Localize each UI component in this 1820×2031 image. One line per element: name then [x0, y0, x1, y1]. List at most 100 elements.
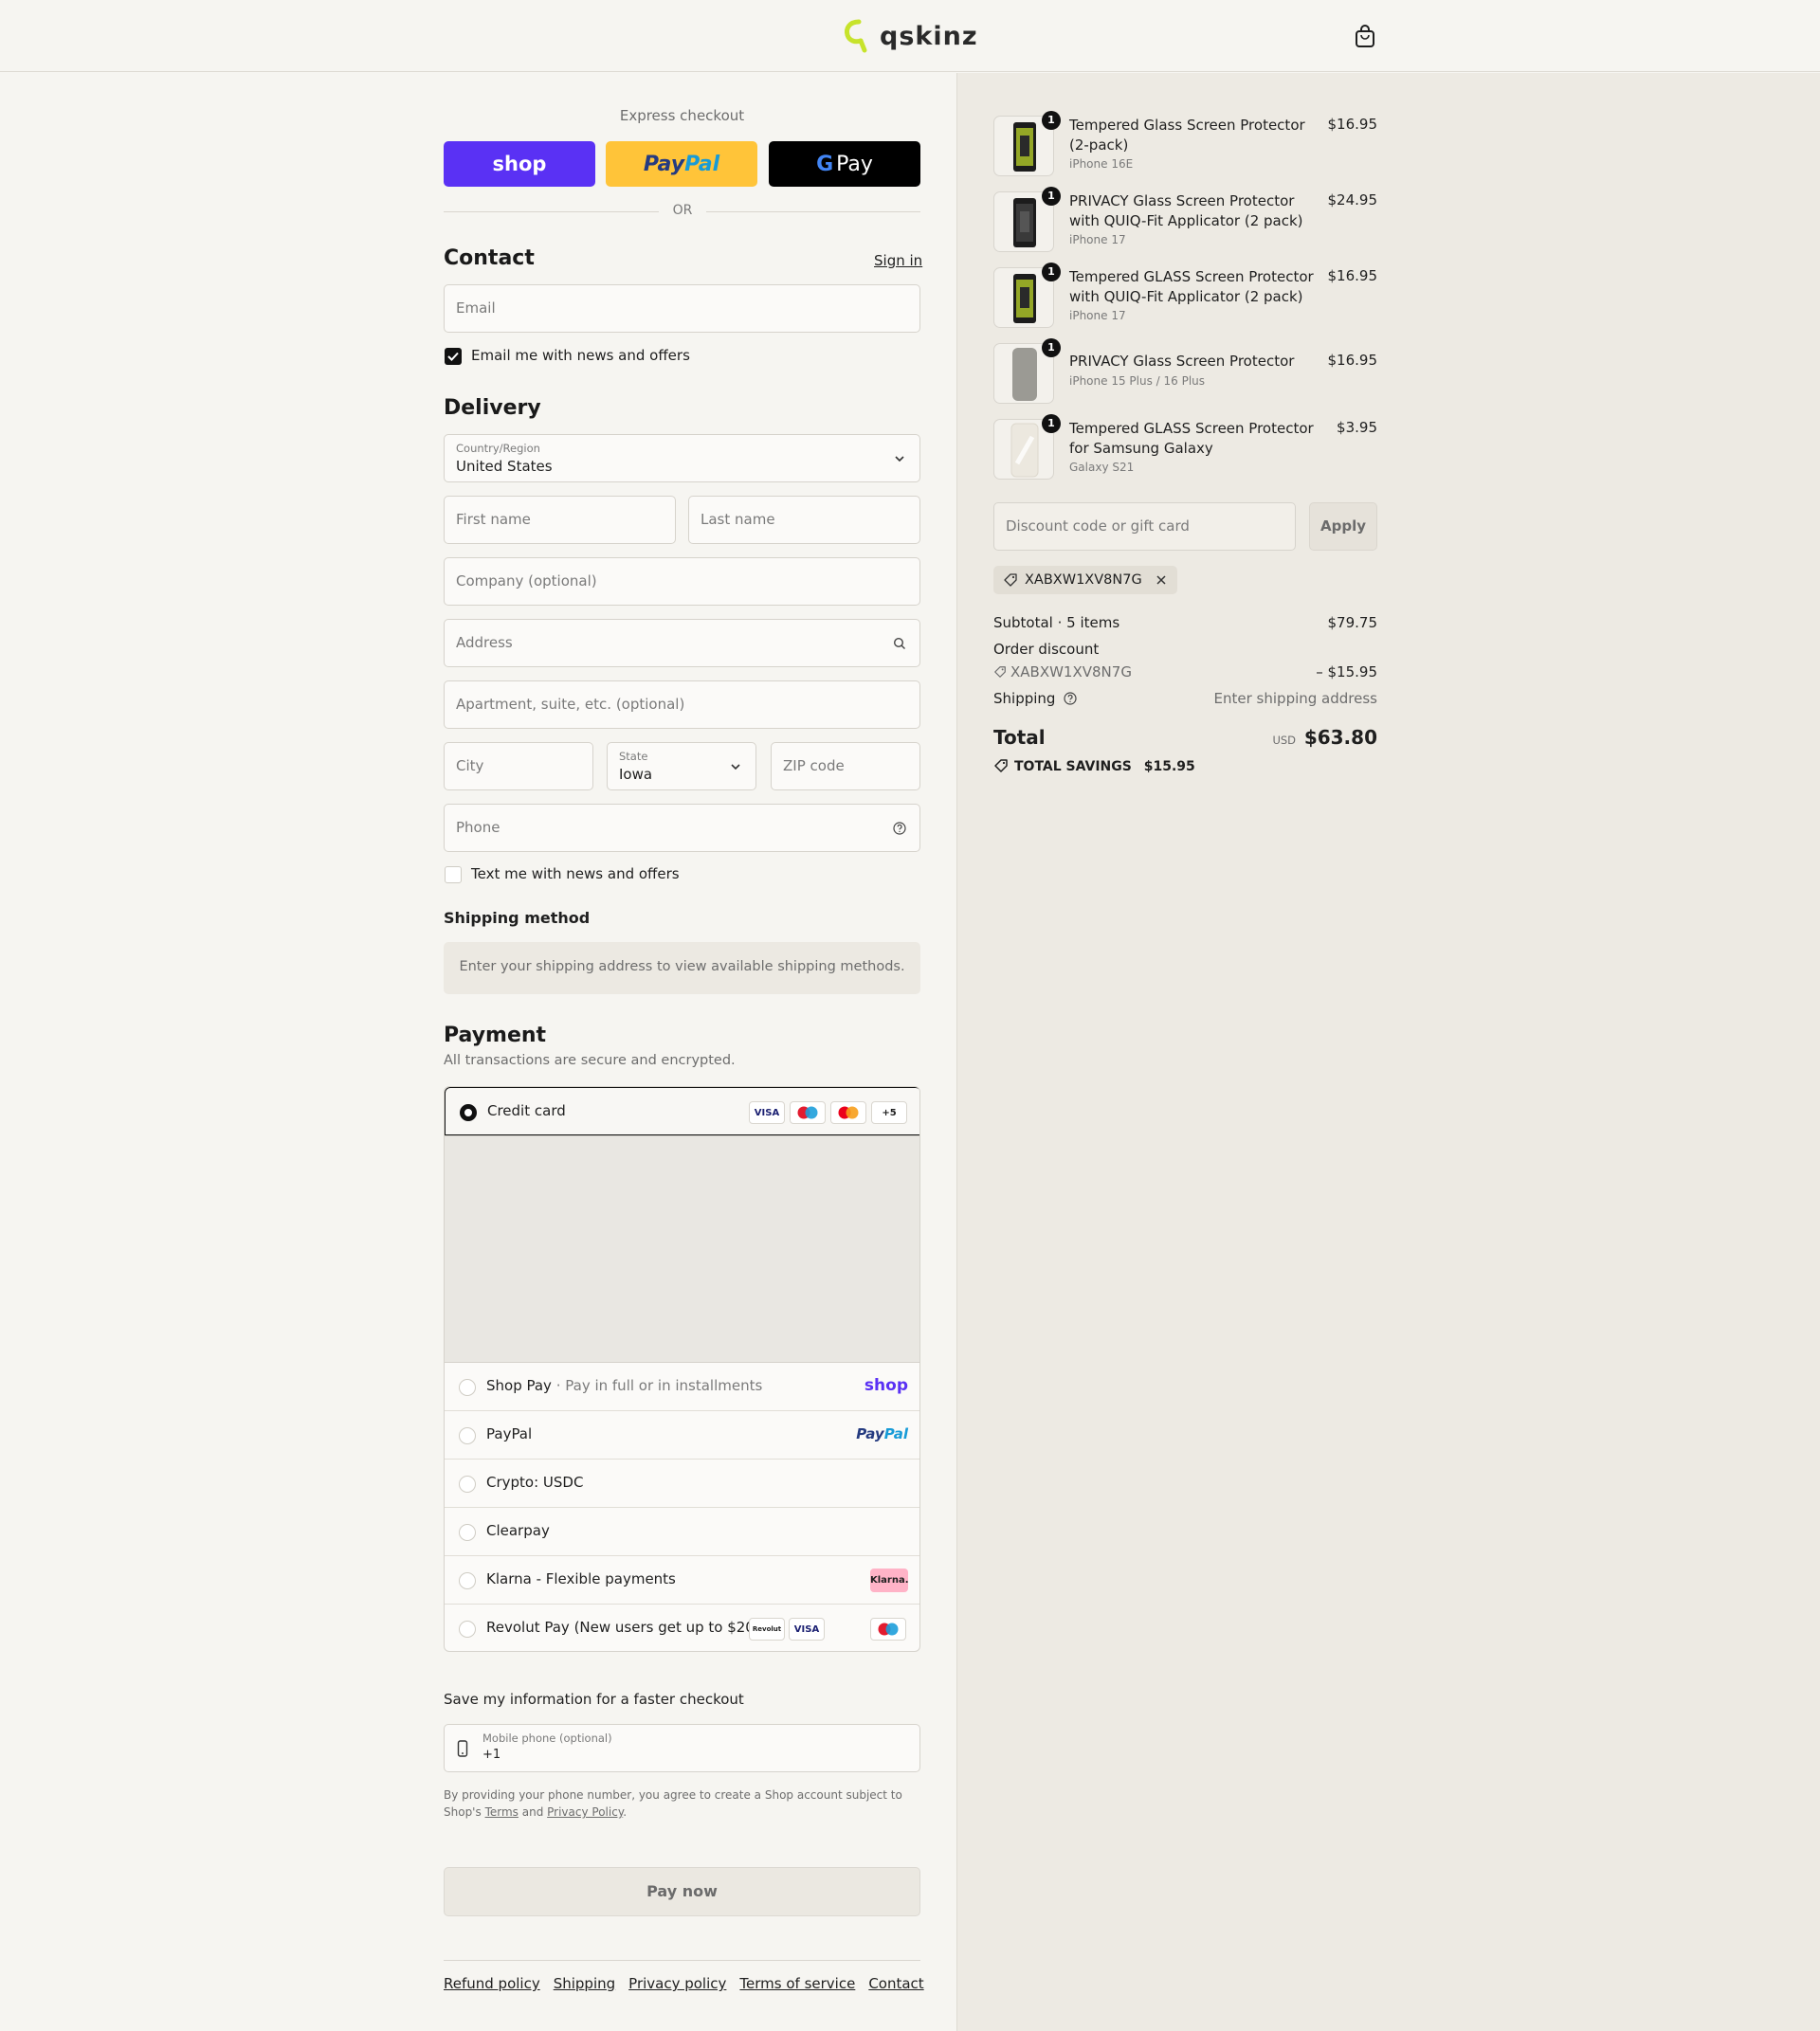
total-savings-label: TOTAL SAVINGS [1014, 759, 1132, 774]
payment-option-shop-pay[interactable]: Shop Pay · Pay in full or in installment… [445, 1363, 919, 1411]
pay-now-button[interactable]: Pay now [444, 1867, 920, 1916]
first-name-placeholder: First name [456, 511, 531, 528]
city-placeholder: City [456, 757, 484, 774]
help-circle-icon[interactable] [893, 822, 906, 835]
tag-icon [994, 759, 1008, 772]
shop-pay-logo: shop [864, 1376, 908, 1395]
item-price: $16.95 [1327, 116, 1378, 133]
cart-item: 1 Tempered GLASS Screen Protector with Q… [993, 263, 1377, 332]
company-field[interactable]: Company (optional) [444, 557, 920, 606]
email-field[interactable]: Email [444, 284, 920, 333]
shop-pay-radio[interactable] [459, 1379, 476, 1396]
mobile-phone-field[interactable]: Mobile phone (optional) +1 [444, 1724, 920, 1772]
klarna-radio[interactable] [459, 1572, 476, 1589]
card-details-frame[interactable] [445, 1135, 919, 1363]
shop-pay-button[interactable]: shop [444, 141, 595, 187]
paypal-radio[interactable] [459, 1427, 476, 1444]
refund-policy-link[interactable]: Refund policy [444, 1975, 540, 1992]
address-placeholder: Address [456, 634, 513, 651]
paypal-button[interactable]: Pay Pal [606, 141, 757, 187]
discount-code-field[interactable]: Discount code or gift card [993, 502, 1296, 551]
text-news-checkbox[interactable] [445, 866, 462, 883]
save-info-title: Save my information for a faster checkou… [444, 1691, 744, 1708]
clearpay-radio[interactable] [459, 1524, 476, 1541]
privacy-policy-link[interactable]: Privacy policy [628, 1975, 726, 1992]
discount-code-row: XABXW1XV8N7G – $15.95 [993, 663, 1377, 680]
state-value: Iowa [619, 766, 653, 783]
cart-item: 1 Tempered GLASS Screen Protector for Sa… [993, 414, 1377, 483]
payment-option-clearpay[interactable]: Clearpay [445, 1508, 919, 1556]
terms-link[interactable]: Terms [485, 1805, 519, 1819]
mobile-phone-icon [457, 1740, 468, 1757]
more-cards-badge: +5 [871, 1101, 907, 1124]
contact-title: Contact [444, 246, 535, 270]
paypal-label-pal: Pal [684, 152, 720, 176]
visa-icon: VISA [749, 1101, 785, 1124]
contact-link[interactable]: Contact [868, 1975, 923, 1992]
state-select[interactable]: State Iowa [607, 742, 756, 790]
revolut-radio[interactable] [459, 1621, 476, 1638]
item-name: PRIVACY Glass Screen Protector [1069, 353, 1295, 370]
zip-field[interactable]: ZIP code [771, 742, 920, 790]
item-variant: iPhone 17 [1069, 309, 1126, 322]
privacy-policy-link[interactable]: Privacy Policy [547, 1805, 623, 1819]
country-label: Country/Region [456, 442, 540, 455]
total-label: Total [993, 726, 1046, 749]
apartment-field[interactable]: Apartment, suite, etc. (optional) [444, 680, 920, 729]
product-thumbnail: 1 [993, 338, 1061, 404]
payment-option-paypal[interactable]: PayPal PayPal [445, 1411, 919, 1460]
shop-pay-name: Shop Pay [486, 1377, 552, 1394]
shipping-method-notice: Enter your shipping address to view avai… [444, 942, 920, 994]
revolut-logo: Revolut [749, 1618, 785, 1641]
product-thumbnail: 1 [993, 187, 1061, 252]
mastercard-icon [830, 1101, 866, 1124]
address-field[interactable]: Address [444, 619, 920, 667]
legal-period: . [623, 1805, 628, 1819]
search-icon [893, 637, 905, 649]
email-news-checkbox[interactable] [445, 348, 462, 365]
close-icon[interactable] [1155, 573, 1168, 587]
payment-option-credit-card[interactable]: Credit card VISA +5 [445, 1087, 919, 1135]
shipping-method-title: Shipping method [444, 909, 591, 927]
payment-option-klarna[interactable]: Klarna - Flexible payments Klarna. [445, 1556, 919, 1605]
shopping-bag-icon[interactable] [1352, 23, 1378, 49]
paypal-logo: PayPal [856, 1425, 908, 1442]
payment-option-crypto[interactable]: Crypto: USDC [445, 1460, 919, 1508]
shipping-policy-link[interactable]: Shipping [554, 1975, 615, 1992]
quantity-badge: 1 [1042, 111, 1061, 130]
company-placeholder: Company (optional) [456, 572, 597, 589]
chevron-down-icon [731, 764, 740, 771]
divider [444, 211, 659, 212]
order-discount-label: Order discount [993, 641, 1100, 658]
item-variant: iPhone 17 [1069, 233, 1126, 246]
help-circle-icon[interactable] [1064, 692, 1077, 705]
paypal-label-pay: Pay [643, 152, 685, 176]
sign-in-link[interactable]: Sign in [874, 252, 922, 269]
delivery-title: Delivery [444, 396, 541, 420]
divider [706, 211, 920, 212]
google-pay-button[interactable]: G Pay [769, 141, 920, 187]
payment-option-revolut[interactable]: Revolut Pay (New users get up to $20) Re… [445, 1605, 919, 1651]
brand-logo[interactable]: qskinz [842, 17, 978, 55]
credit-card-radio[interactable] [460, 1104, 477, 1121]
quantity-badge: 1 [1042, 263, 1061, 281]
city-field[interactable]: City [444, 742, 593, 790]
tag-icon [1004, 573, 1017, 587]
quantity-badge: 1 [1042, 414, 1061, 433]
crypto-radio[interactable] [459, 1476, 476, 1493]
last-name-field[interactable]: Last name [688, 496, 920, 544]
or-separator: OR [672, 203, 693, 218]
terms-of-service-link[interactable]: Terms of service [739, 1975, 855, 1992]
discount-tag: XABXW1XV8N7G [993, 566, 1177, 594]
last-name-placeholder: Last name [701, 511, 775, 528]
zip-placeholder: ZIP code [783, 757, 845, 774]
first-name-field[interactable]: First name [444, 496, 676, 544]
phone-field[interactable]: Phone [444, 804, 920, 852]
paypal-label: PayPal [486, 1425, 533, 1442]
apply-discount-button[interactable]: Apply [1309, 502, 1377, 551]
chevron-down-icon [895, 456, 904, 462]
item-name: Tempered GLASS Screen Protector for Sams… [1069, 420, 1314, 457]
save-info-legal: By providing your phone number, you agre… [444, 1786, 920, 1821]
subtotal-row: Subtotal · 5 items $79.75 [993, 614, 1377, 631]
country-select[interactable]: Country/Region United States [444, 434, 920, 482]
